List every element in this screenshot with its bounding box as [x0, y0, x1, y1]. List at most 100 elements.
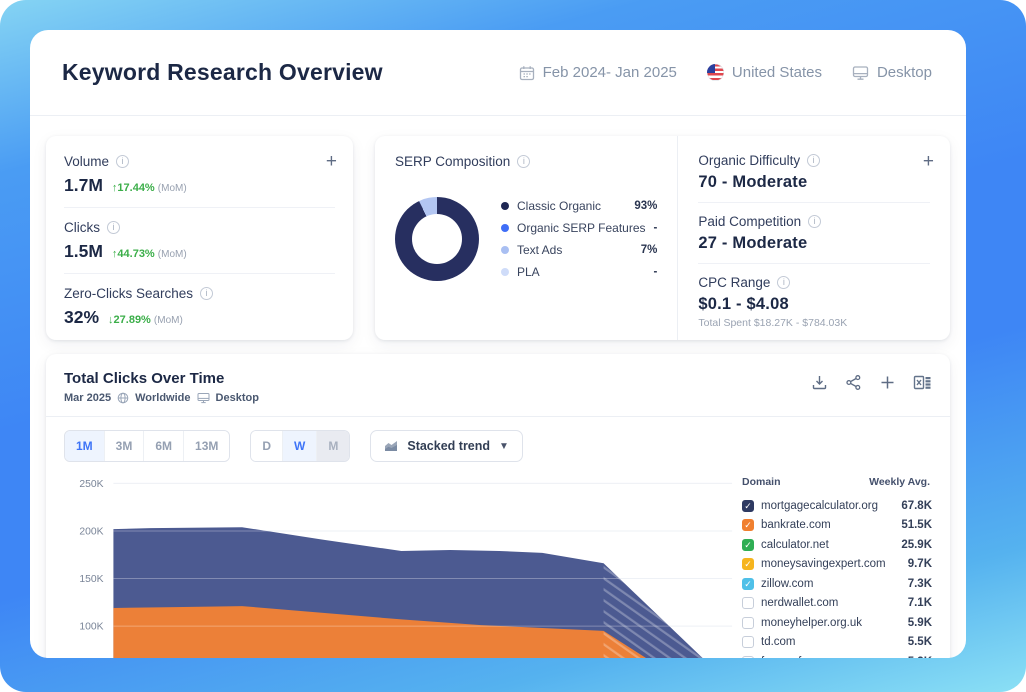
metric-value: 32% — [64, 307, 99, 328]
weekly-avg-value: 7.3K — [908, 578, 932, 590]
domain-checkbox[interactable]: ✓ — [742, 519, 754, 531]
domain-label: calculator.net — [761, 539, 894, 551]
chart-region: Worldwide — [135, 392, 190, 404]
metric-label: Clicks — [64, 220, 100, 235]
metric-change: ↑44.73% (MoM) — [112, 248, 187, 260]
range-selector: 1M 3M 6M 13M — [64, 430, 230, 462]
summary-cards-row: + Volume i 1.7M ↑17.44% (MoM) Clicks i — [30, 116, 966, 340]
weekly-avg-value: 5.3K — [908, 656, 932, 658]
weekly-avg-value: 5.5K — [908, 636, 932, 648]
device-filter[interactable]: Desktop — [852, 64, 932, 81]
domain-checkbox[interactable] — [742, 636, 754, 648]
page-header: Keyword Research Overview Feb 2024- Jan … — [30, 30, 966, 116]
table-row[interactable]: ✓ bankrate.com 51.5K — [742, 516, 932, 536]
weekly-avg-value: 7.1K — [908, 597, 932, 609]
info-icon[interactable]: i — [777, 276, 790, 289]
granularity-week-button[interactable]: W — [282, 431, 316, 461]
serp-legend-item[interactable]: Text Ads 7% — [501, 239, 657, 261]
device-label: Desktop — [877, 64, 932, 81]
range-3m-button[interactable]: 3M — [104, 431, 144, 461]
info-icon[interactable]: i — [107, 221, 120, 234]
chart-subtitle: Mar 2025 Worldwide Desktop — [64, 392, 259, 404]
info-icon[interactable]: i — [116, 155, 129, 168]
domain-checkbox[interactable]: ✓ — [742, 500, 754, 512]
table-row[interactable]: moneyhelper.org.uk5.9K — [742, 613, 932, 633]
svg-text:150K: 150K — [79, 574, 103, 585]
add-metric-button[interactable]: + — [326, 154, 337, 170]
table-row[interactable]: ✓ mortgagecalculator.org 67.8K — [742, 496, 932, 516]
metric-clicks: Clicks i 1.5M ↑44.73% (MoM) — [64, 207, 335, 273]
serp-donut-chart[interactable] — [395, 197, 479, 281]
table-row[interactable]: fcac-acfc.gc.ca5.3K — [742, 652, 932, 658]
domain-label: moneyhelper.org.uk — [761, 617, 901, 629]
add-metric-button[interactable]: + — [923, 154, 934, 170]
column-domain: Domain — [742, 476, 781, 488]
metric-value: 27 - Moderate — [698, 234, 930, 253]
domain-label: moneysavingexpert.com — [761, 558, 901, 570]
range-6m-button[interactable]: 6M — [143, 431, 183, 461]
date-range-label: Feb 2024- Jan 2025 — [543, 64, 677, 81]
desktop-icon — [852, 65, 869, 81]
column-weekly-avg: Weekly Avg. — [869, 476, 930, 488]
domain-checkbox[interactable] — [742, 597, 754, 609]
weekly-avg-value: 51.5K — [901, 519, 932, 531]
date-range-filter[interactable]: Feb 2024- Jan 2025 — [519, 64, 677, 81]
page-title: Keyword Research Overview — [62, 59, 383, 86]
table-row[interactable]: ✓ zillow.com 7.3K — [742, 574, 932, 594]
table-row[interactable]: ✓moneysavingexpert.com9.7K — [742, 555, 932, 575]
svg-text:100K: 100K — [79, 622, 103, 633]
domain-checkbox[interactable]: ✓ — [742, 578, 754, 590]
serp-legend-item[interactable]: Classic Organic 93% — [501, 195, 657, 217]
serp-legend-item[interactable]: PLA - — [501, 261, 657, 283]
domain-checkbox[interactable]: ✓ — [742, 558, 754, 570]
stacked-area-chart[interactable]: 250K200K150K100K — [64, 472, 736, 658]
domain-label: zillow.com — [761, 578, 901, 590]
info-icon[interactable]: i — [200, 287, 213, 300]
weekly-avg-value: 67.8K — [901, 500, 932, 512]
serp-difficulty-card: SERP Composition i Classic Organic 93% — [375, 136, 950, 340]
export-excel-icon[interactable] — [913, 374, 932, 391]
metric-value: $0.1 - $4.08 — [698, 295, 930, 314]
share-icon[interactable] — [845, 374, 862, 391]
country-label: United States — [732, 64, 822, 81]
add-to-dashboard-icon[interactable] — [879, 374, 896, 391]
range-13m-button[interactable]: 13M — [183, 431, 229, 461]
globe-icon — [117, 392, 129, 404]
domain-table-body: ✓ mortgagecalculator.org 67.8K ✓ bankrate.co… — [742, 496, 932, 658]
table-row[interactable]: td.com5.5K — [742, 633, 932, 653]
legend-dot — [501, 268, 509, 276]
info-icon[interactable]: i — [808, 215, 821, 228]
dashboard-card: Keyword Research Overview Feb 2024- Jan … — [30, 30, 966, 658]
legend-dot — [501, 246, 509, 254]
domain-checkbox[interactable] — [742, 617, 754, 629]
domain-checkbox[interactable] — [742, 656, 754, 658]
metric-label: Volume — [64, 154, 109, 169]
info-icon[interactable]: i — [517, 155, 530, 168]
chart-device: Desktop — [216, 392, 259, 404]
metric-organic-difficulty: Organic Difficulty i 70 - Moderate — [698, 142, 930, 202]
metric-cpc-range: CPC Range i $0.1 - $4.08 Total Spent $18… — [698, 263, 930, 339]
chart-body: 250K200K150K100K Domain Weekly Avg. ✓mor… — [64, 472, 932, 658]
info-icon[interactable]: i — [807, 154, 820, 167]
granularity-day-button[interactable]: D — [251, 431, 282, 461]
download-icon[interactable] — [811, 374, 828, 391]
domain-label: bankrate.com — [761, 519, 894, 531]
chart-period: Mar 2025 — [64, 392, 111, 404]
metric-change: ↑17.44% (MoM) — [112, 182, 187, 194]
domain-label: mortgagecalculator.org — [761, 500, 894, 512]
country-filter[interactable]: United States — [707, 64, 822, 81]
domain-checkbox[interactable]: ✓ — [742, 539, 754, 551]
chart-title: Total Clicks Over Time — [64, 370, 259, 387]
metric-volume: Volume i 1.7M ↑17.44% (MoM) — [64, 142, 335, 207]
domain-table: Domain Weekly Avg. ✓ mortgagecalculator.o… — [742, 472, 932, 658]
range-1m-button[interactable]: 1M — [65, 431, 104, 461]
metric-change: ↓27.89% (MoM) — [108, 314, 183, 326]
table-row[interactable]: ✓calculator.net25.9K — [742, 535, 932, 555]
header-filters: Feb 2024- Jan 2025 United States Desktop — [519, 64, 932, 81]
serp-legend-item[interactable]: Organic SERP Features - — [501, 217, 657, 239]
metric-value: 1.5M — [64, 241, 103, 262]
table-row[interactable]: nerdwallet.com7.1K — [742, 594, 932, 614]
granularity-month-button[interactable]: M — [316, 431, 349, 461]
chart-type-dropdown[interactable]: Stacked trend ▼ — [370, 430, 523, 462]
total-spent-label: Total Spent $18.27K - $784.03K — [698, 317, 930, 329]
